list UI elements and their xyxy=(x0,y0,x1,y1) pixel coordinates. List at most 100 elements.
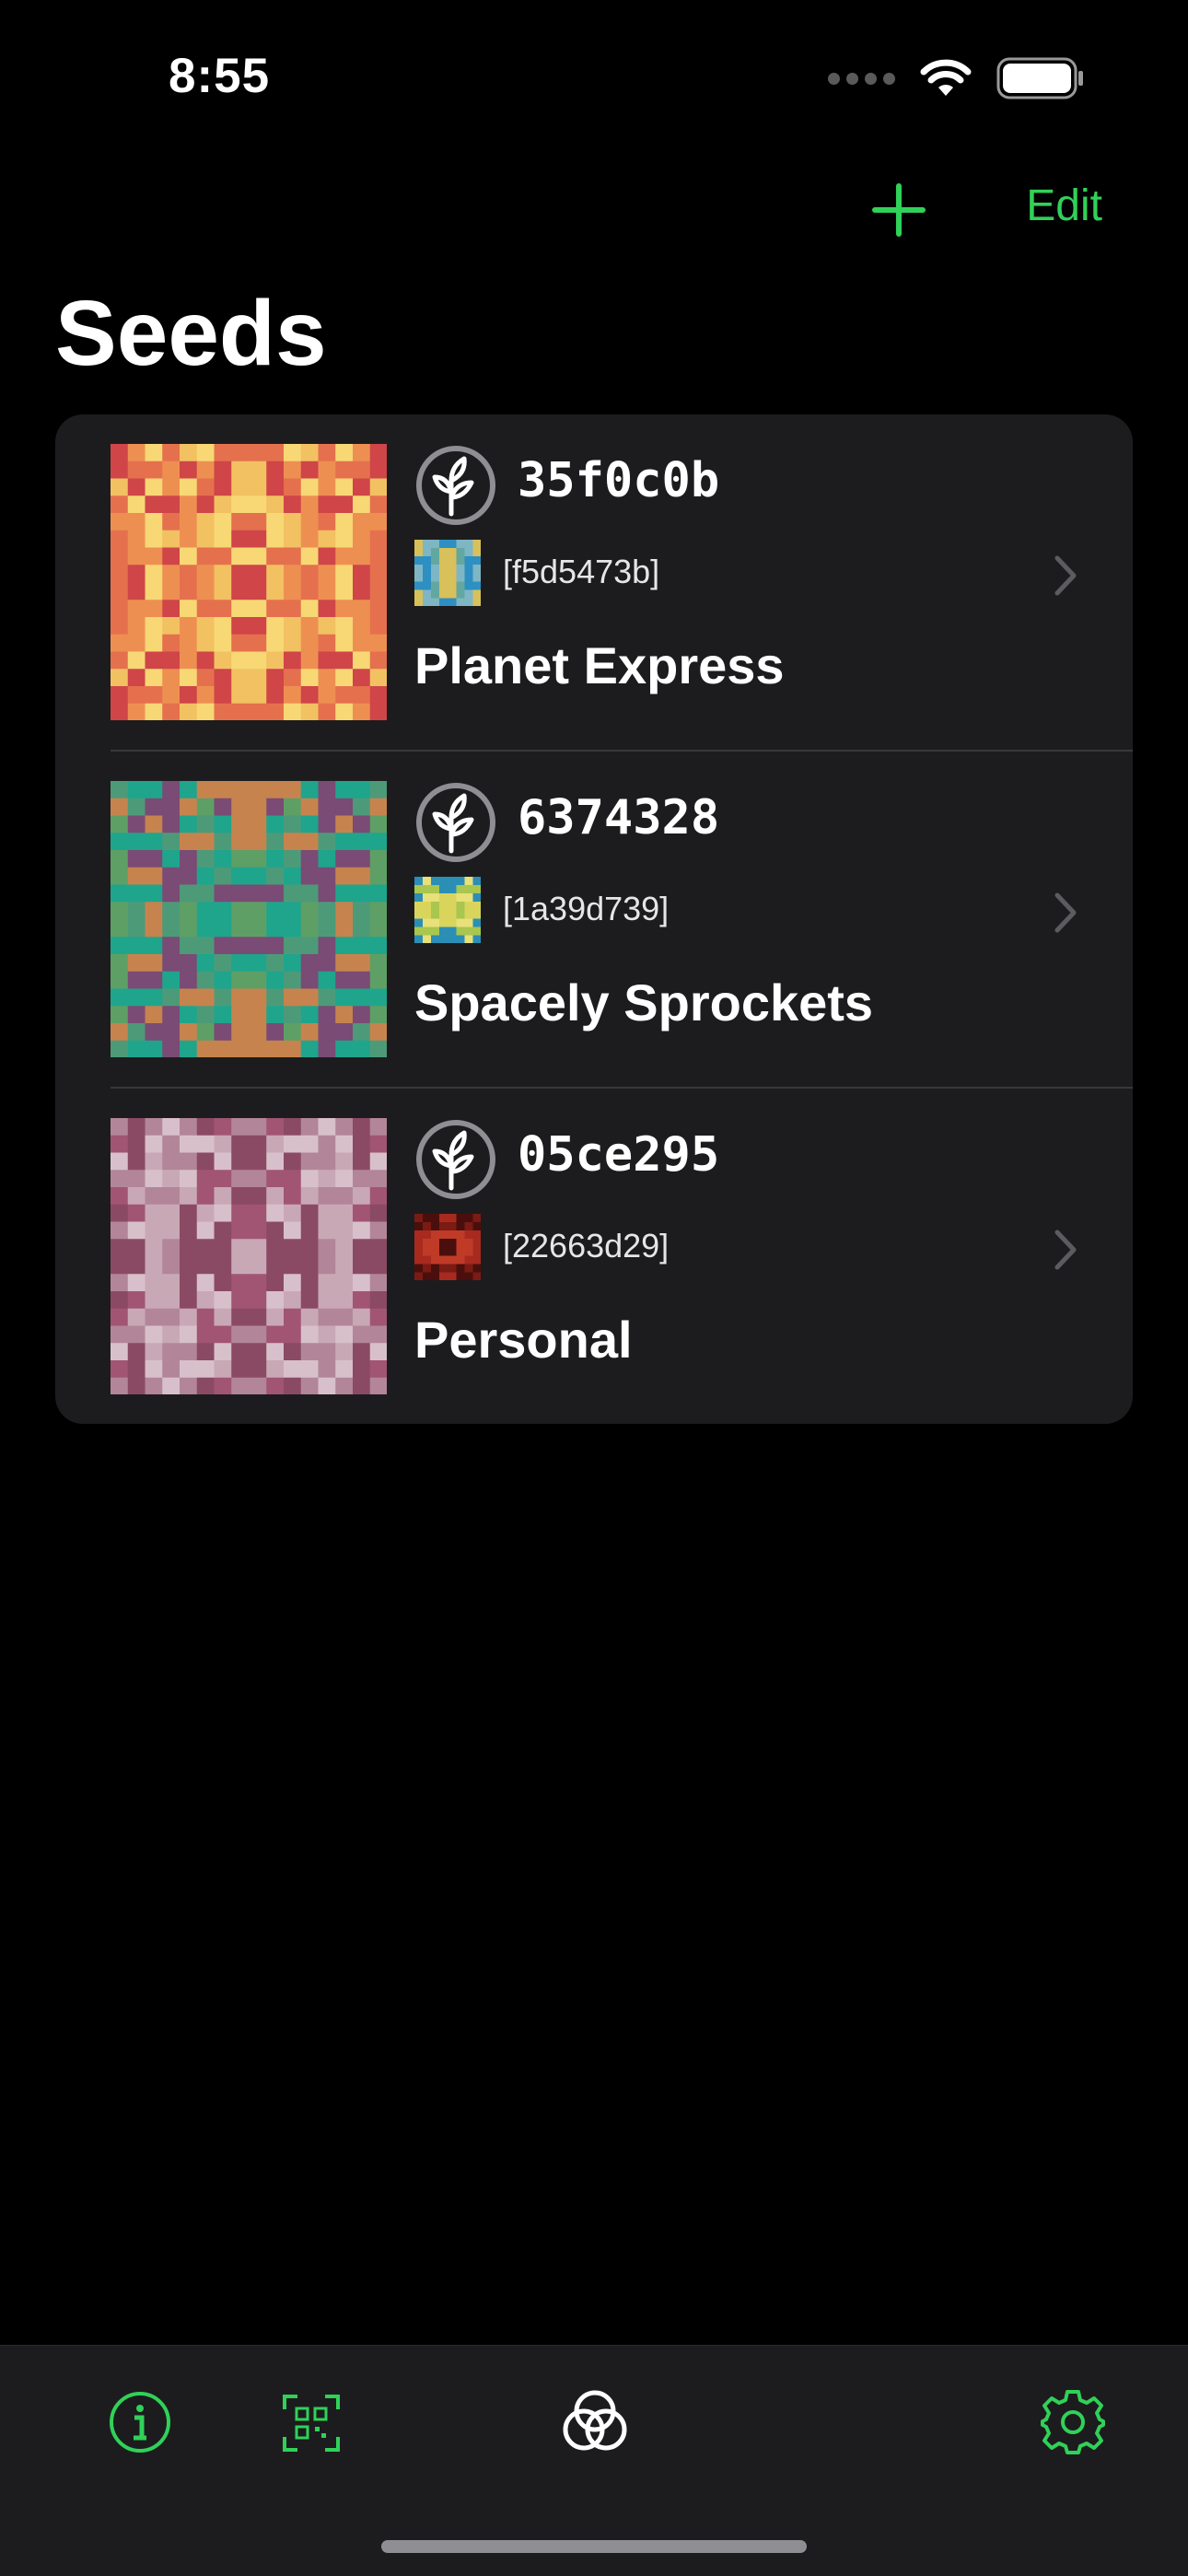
lifehash-pixel xyxy=(180,1040,198,1057)
lifehash-pixel xyxy=(369,1204,387,1222)
lifehash-pixel xyxy=(127,444,146,462)
lifehash-pixel xyxy=(431,877,440,886)
lifehash-pixel xyxy=(414,877,424,886)
lifehash-pixel xyxy=(423,581,432,590)
lifehash-pixel xyxy=(423,556,432,565)
lifehash-pixel xyxy=(127,953,146,972)
lifehash-pixel xyxy=(318,936,336,954)
lifehash-pixel xyxy=(231,902,250,920)
lifehash-pixel xyxy=(300,1273,319,1291)
lifehash-pixel xyxy=(334,798,353,816)
lifehash-pixel xyxy=(180,1273,198,1291)
edit-button[interactable]: Edit xyxy=(1026,181,1102,231)
lifehash-pixel xyxy=(300,616,319,635)
lifehash-pixel xyxy=(127,988,146,1007)
lifehash-pixel xyxy=(162,1256,181,1275)
lifehash-pixel xyxy=(196,902,215,920)
lifehash-pixel xyxy=(439,918,448,927)
lifehash-pixel xyxy=(283,936,301,954)
lifehash-pixel xyxy=(283,478,301,496)
lifehash-pixel xyxy=(318,902,336,920)
seed-row[interactable]: 35f0c0b [f5d5473b] Planet Express xyxy=(55,414,1133,752)
lifehash-pixel xyxy=(414,548,424,557)
lifehash-pixel xyxy=(283,1377,301,1394)
lifehash-pixel xyxy=(439,1264,448,1273)
lifehash-pixel xyxy=(431,573,440,582)
lifehash-pixel xyxy=(231,1325,250,1344)
lifehash-pixel xyxy=(439,877,448,886)
lifehash-pixel xyxy=(162,867,181,885)
lifehash-pixel xyxy=(265,1170,284,1188)
lifehash-pixel xyxy=(423,893,432,903)
blockchain-commons-logo-icon[interactable] xyxy=(558,2385,632,2459)
lifehash-pixel xyxy=(318,815,336,833)
lifehash-pixel xyxy=(334,1290,353,1309)
lifehash-pixel xyxy=(414,910,424,919)
lifehash-pixel xyxy=(214,547,232,565)
lifehash-pixel xyxy=(423,935,432,943)
lifehash-pixel xyxy=(334,884,353,903)
lifehash-pixel xyxy=(439,893,448,903)
lifehash-pixel xyxy=(231,651,250,670)
lifehash-pixel xyxy=(265,971,284,989)
lifehash-pixel xyxy=(111,1118,129,1136)
lifehash-pixel xyxy=(145,668,163,686)
seed-name: Personal xyxy=(414,1311,633,1369)
lifehash-pixel xyxy=(283,565,301,583)
lifehash-pixel xyxy=(180,685,198,704)
lifehash-pixel xyxy=(231,936,250,954)
lifehash-pixel xyxy=(423,902,432,911)
qr-scan-icon[interactable] xyxy=(281,2393,342,2454)
gear-icon[interactable] xyxy=(1039,2388,1107,2456)
lifehash-pixel xyxy=(111,867,129,885)
lifehash-pixel xyxy=(369,547,387,565)
lifehash-pixel xyxy=(111,513,129,531)
lifehash-pixel xyxy=(145,444,163,462)
lifehash-pixel xyxy=(127,936,146,954)
lifehash-pixel xyxy=(448,1222,457,1231)
lifehash-pixel xyxy=(265,1239,284,1257)
lifehash-pixel xyxy=(352,798,370,816)
seed-row[interactable]: 05ce295 [22663d29] Personal xyxy=(55,1089,1133,1424)
lifehash-pixel xyxy=(352,1221,370,1240)
lifehash-pixel xyxy=(231,582,250,600)
lifehash-pixel xyxy=(352,565,370,583)
add-seed-button[interactable] xyxy=(871,182,926,238)
lifehash-pixel xyxy=(145,1187,163,1206)
lifehash-pixel xyxy=(265,1135,284,1153)
lifehash-pixel xyxy=(423,540,432,549)
lifehash-pixel xyxy=(300,988,319,1007)
lifehash-pixel xyxy=(162,651,181,670)
lifehash-pixel xyxy=(414,1272,424,1280)
lifehash-pixel xyxy=(127,1221,146,1240)
lifehash-pixel xyxy=(456,1230,465,1240)
lifehash-pixel xyxy=(283,988,301,1007)
lifehash-pixel xyxy=(456,1239,465,1248)
lifehash-pixel xyxy=(472,581,481,590)
lifehash-pixel xyxy=(265,936,284,954)
lifehash-pixel xyxy=(352,919,370,938)
info-icon[interactable] xyxy=(108,2390,172,2454)
lifehash-pixel xyxy=(464,910,473,919)
lifehash-pixel xyxy=(196,1040,215,1057)
lifehash-pixel xyxy=(456,1264,465,1273)
lifehash-pixel xyxy=(214,1022,232,1041)
lifehash-pixel xyxy=(448,589,457,599)
lifehash-pixel xyxy=(456,1222,465,1231)
lifehash-pixel xyxy=(283,833,301,851)
lifehash-pixel xyxy=(318,1359,336,1378)
lifehash-pixel xyxy=(196,971,215,989)
lifehash-pixel xyxy=(352,1359,370,1378)
seed-row[interactable]: 6374328 [1a39d739] Spacely Sprockets xyxy=(55,752,1133,1089)
lifehash-pixel xyxy=(352,1273,370,1291)
lifehash-pixel xyxy=(162,936,181,954)
lifehash-pixel xyxy=(196,781,215,799)
lifehash-pixel xyxy=(265,1022,284,1041)
lifehash-pixel xyxy=(180,867,198,885)
lifehash-pixel xyxy=(334,902,353,920)
lifehash-pixel xyxy=(214,460,232,479)
lifehash-pixel xyxy=(318,867,336,885)
lifehash-pixel xyxy=(431,1239,440,1248)
lifehash-pixel xyxy=(249,1290,267,1309)
lifehash-pixel xyxy=(334,460,353,479)
